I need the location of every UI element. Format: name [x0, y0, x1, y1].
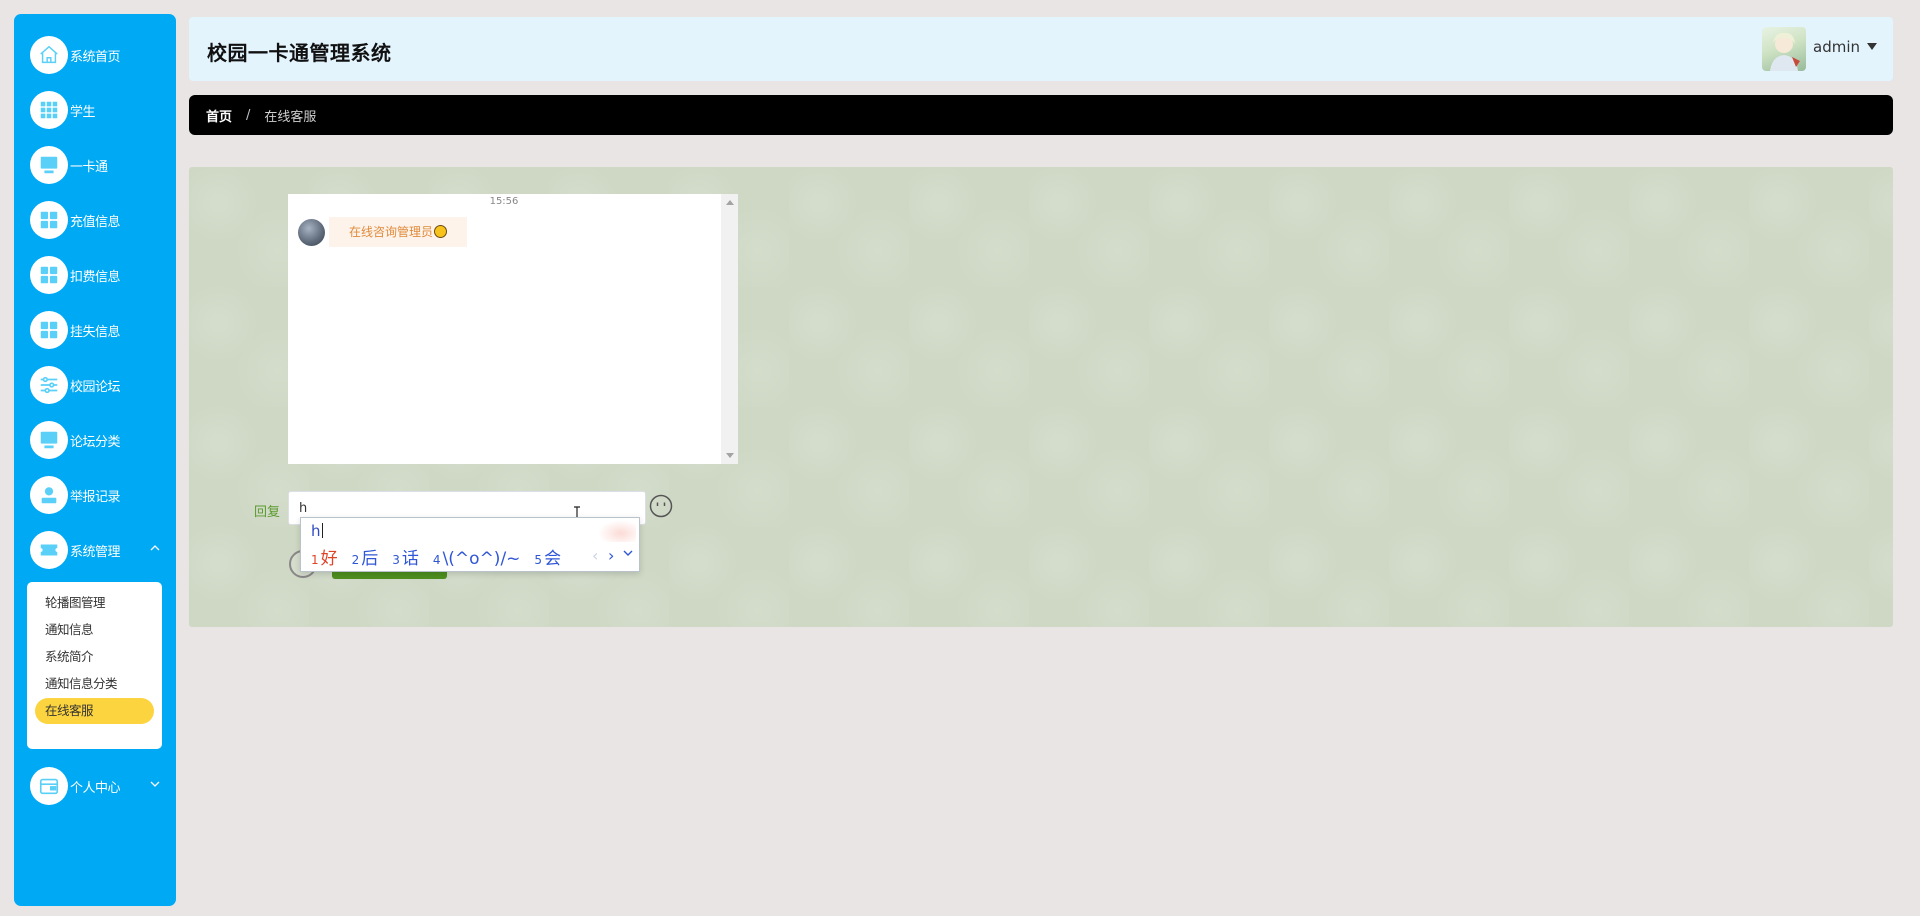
ime-caret — [321, 523, 323, 538]
sidebar-item-label: 校园论坛 — [70, 379, 121, 395]
breadcrumb-separator: / — [246, 107, 251, 123]
ime-candidate-text: 会 — [544, 549, 562, 569]
sidebar: 系统首页 学生 一卡通 充值信息 扣费信息 挂失信息 校园论坛 论坛分类 举报记… — [14, 14, 176, 906]
chevron-down-icon — [150, 781, 160, 787]
ime-candidate-text: 好 — [320, 549, 338, 569]
sidebar-item-deduction[interactable]: 扣费信息 — [30, 255, 170, 295]
home-icon — [30, 36, 68, 74]
sidebar-item-forum-category[interactable]: 论坛分类 — [30, 420, 170, 460]
ime-candidate[interactable]: 1好 — [311, 544, 338, 569]
submenu-item-carousel[interactable]: 轮播图管理 — [35, 590, 154, 616]
ime-candidate-text: 后 — [361, 549, 379, 569]
user-icon — [30, 476, 68, 514]
chat-scrollbar[interactable] — [721, 194, 738, 464]
scroll-down-icon[interactable] — [726, 453, 734, 458]
chat-message-text: 在线咨询管理员 — [349, 225, 434, 239]
apps-icon — [30, 256, 68, 294]
ime-candidate[interactable]: 4 \(^o^)/~ — [433, 549, 521, 569]
ime-candidate-number: 1 — [311, 553, 319, 567]
sidebar-item-recharge[interactable]: 充值信息 — [30, 200, 170, 240]
caret-down-icon[interactable] — [1867, 43, 1877, 50]
scroll-up-icon[interactable] — [726, 200, 734, 205]
monitor-icon — [30, 146, 68, 184]
emoji-icon — [434, 225, 448, 238]
sidebar-item-label: 个人中心 — [70, 780, 121, 796]
chat-history[interactable]: 15:56 在线咨询管理员 — [288, 194, 738, 464]
ime-candidate[interactable]: 3话 — [392, 544, 419, 569]
sidebar-item-label: 挂失信息 — [70, 324, 121, 340]
apps-icon — [30, 201, 68, 239]
sidebar-item-label: 系统管理 — [70, 544, 121, 560]
chat-timestamp: 15:56 — [489, 196, 519, 207]
ime-pinyin-text: h — [311, 522, 321, 540]
ime-prev-page-icon[interactable]: ‹ — [592, 546, 598, 565]
sidebar-item-label: 扣费信息 — [70, 269, 121, 285]
wallet-icon — [30, 767, 68, 805]
emoji-picker-icon[interactable] — [649, 494, 673, 518]
avatar[interactable] — [1762, 27, 1806, 71]
ime-candidate-number: 2 — [351, 553, 360, 567]
sidebar-item-loss-report[interactable]: 挂失信息 — [30, 310, 170, 350]
sidebar-item-label: 论坛分类 — [70, 434, 121, 450]
chat-avatar — [298, 219, 325, 246]
reply-label: 回复 — [254, 505, 281, 520]
ime-candidate-text: 话 — [401, 549, 419, 569]
breadcrumb-current: 在线客服 — [264, 109, 317, 125]
ime-skin-decoration — [598, 520, 636, 542]
ime-candidate[interactable]: 5会 — [534, 544, 561, 569]
ime-next-page-icon[interactable]: › — [608, 546, 614, 565]
ticket-icon — [30, 531, 68, 569]
ime-candidate-number: 4 — [432, 553, 441, 567]
submenu-item-notice-category[interactable]: 通知信息分类 — [35, 671, 154, 697]
app-title: 校园一卡通管理系统 — [207, 41, 392, 65]
submenu-item-online-service[interactable]: 在线客服 — [35, 698, 154, 724]
sidebar-item-system-management[interactable]: 系统管理 — [30, 530, 170, 570]
grid-icon — [30, 91, 68, 129]
chevron-down-icon[interactable] — [623, 548, 633, 558]
sidebar-item-label: 学生 — [70, 104, 96, 120]
breadcrumb: 首页 / 在线客服 — [189, 95, 1893, 135]
sidebar-item-label: 系统首页 — [70, 49, 121, 65]
sidebar-item-label: 举报记录 — [70, 489, 121, 505]
apps-icon — [30, 311, 68, 349]
ime-candidate-text: \(^o^)/~ — [442, 549, 521, 569]
ime-candidate-window: h 1好 2后 3话 4 \(^o^)/~ 5会 ‹ › — [300, 517, 640, 572]
monitor-icon — [30, 421, 68, 459]
system-management-submenu: 轮播图管理 通知信息 系统简介 通知信息分类 在线客服 — [27, 582, 162, 749]
top-header: 校园一卡通管理系统 admin — [189, 17, 1893, 81]
chevron-up-icon — [150, 545, 160, 551]
submenu-item-notices[interactable]: 通知信息 — [35, 617, 154, 643]
chat-message: 在线咨询管理员 — [329, 217, 468, 247]
ime-candidate-list: 1好 2后 3话 4 \(^o^)/~ 5会 — [311, 544, 575, 569]
sidebar-item-students[interactable]: 学生 — [30, 90, 170, 130]
sidebar-item-personal-center[interactable]: 个人中心 — [30, 766, 170, 806]
ime-candidate[interactable]: 2后 — [352, 544, 379, 569]
sidebar-item-label: 一卡通 — [70, 159, 108, 175]
sidebar-item-card[interactable]: 一卡通 — [30, 145, 170, 185]
breadcrumb-home[interactable]: 首页 — [206, 106, 232, 125]
ime-composition: h — [311, 522, 323, 540]
sidebar-item-label: 充值信息 — [70, 214, 121, 230]
submenu-item-system-intro[interactable]: 系统简介 — [35, 644, 154, 670]
user-menu-name[interactable]: admin — [1813, 38, 1860, 56]
ime-candidate-number: 5 — [534, 553, 543, 567]
sidebar-item-forum[interactable]: 校园论坛 — [30, 365, 170, 405]
sidebar-item-home[interactable]: 系统首页 — [30, 35, 170, 75]
sliders-icon — [30, 366, 68, 404]
sidebar-item-reports[interactable]: 举报记录 — [30, 475, 170, 515]
ime-candidate-number: 3 — [392, 553, 400, 567]
